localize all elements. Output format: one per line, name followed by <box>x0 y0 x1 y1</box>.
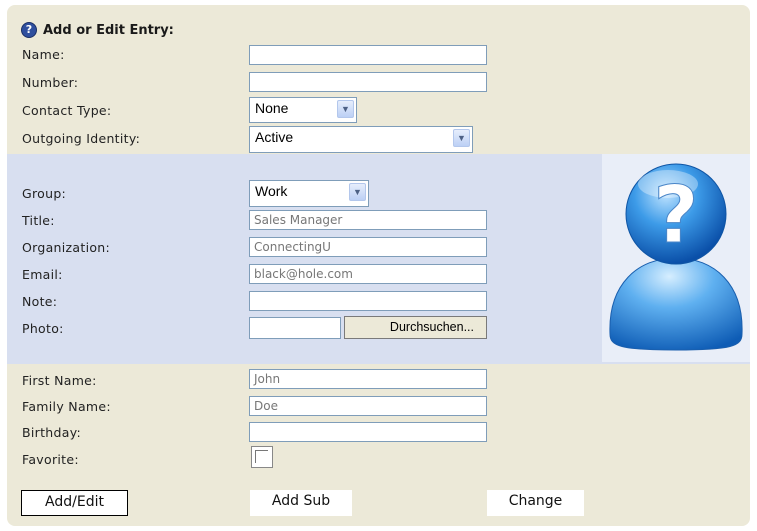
contact-type-label: Contact Type: <box>22 103 112 118</box>
photo-path-input[interactable] <box>249 317 341 339</box>
unknown-user-avatar-icon: ? <box>609 163 743 351</box>
form-heading: ? Add or Edit Entry: <box>21 22 174 38</box>
first-name-label: First Name: <box>22 373 97 388</box>
photo-label: Photo: <box>22 321 64 336</box>
outgoing-identity-select[interactable]: Active ▼ <box>249 126 473 153</box>
name-label: Name: <box>22 47 65 62</box>
note-label: Note: <box>22 294 58 309</box>
birthday-label: Birthday: <box>22 425 82 440</box>
add-sub-button[interactable]: Add Sub <box>250 490 352 516</box>
outgoing-identity-label: Outgoing Identity: <box>22 131 141 146</box>
chevron-down-icon[interactable]: ▼ <box>453 129 470 147</box>
chevron-down-icon[interactable]: ▼ <box>337 100 354 118</box>
group-label: Group: <box>22 186 67 201</box>
first-name-input[interactable]: John <box>249 369 487 389</box>
organization-label: Organization: <box>22 240 111 255</box>
email-label: Email: <box>22 267 63 282</box>
contact-photo: ? <box>602 154 750 362</box>
outgoing-identity-value: Active <box>255 129 294 145</box>
name-input[interactable] <box>249 45 487 65</box>
number-label: Number: <box>22 75 79 90</box>
form-title: Add or Edit Entry: <box>43 22 174 38</box>
group-value: Work <box>255 183 288 199</box>
svg-text:?: ? <box>653 171 698 261</box>
number-input[interactable] <box>249 72 487 92</box>
organization-input[interactable]: ConnectingU <box>249 237 487 257</box>
chevron-down-icon[interactable]: ▼ <box>349 183 366 201</box>
favorite-label: Favorite: <box>22 452 79 467</box>
title-input[interactable]: Sales Manager <box>249 210 487 230</box>
add-edit-button[interactable]: Add/Edit <box>21 490 128 516</box>
family-name-input[interactable]: Doe <box>249 396 487 416</box>
favorite-checkbox[interactable] <box>251 446 273 468</box>
birthday-input[interactable] <box>249 422 487 442</box>
group-select[interactable]: Work ▼ <box>249 180 369 207</box>
browse-button[interactable]: Durchsuchen... <box>344 316 487 339</box>
family-name-label: Family Name: <box>22 399 111 414</box>
email-input[interactable]: black@hole.com <box>249 264 487 284</box>
change-button[interactable]: Change <box>487 490 584 516</box>
title-label: Title: <box>22 213 55 228</box>
help-icon[interactable]: ? <box>21 22 37 38</box>
contact-type-select[interactable]: None ▼ <box>249 97 357 123</box>
note-input[interactable] <box>249 291 487 311</box>
